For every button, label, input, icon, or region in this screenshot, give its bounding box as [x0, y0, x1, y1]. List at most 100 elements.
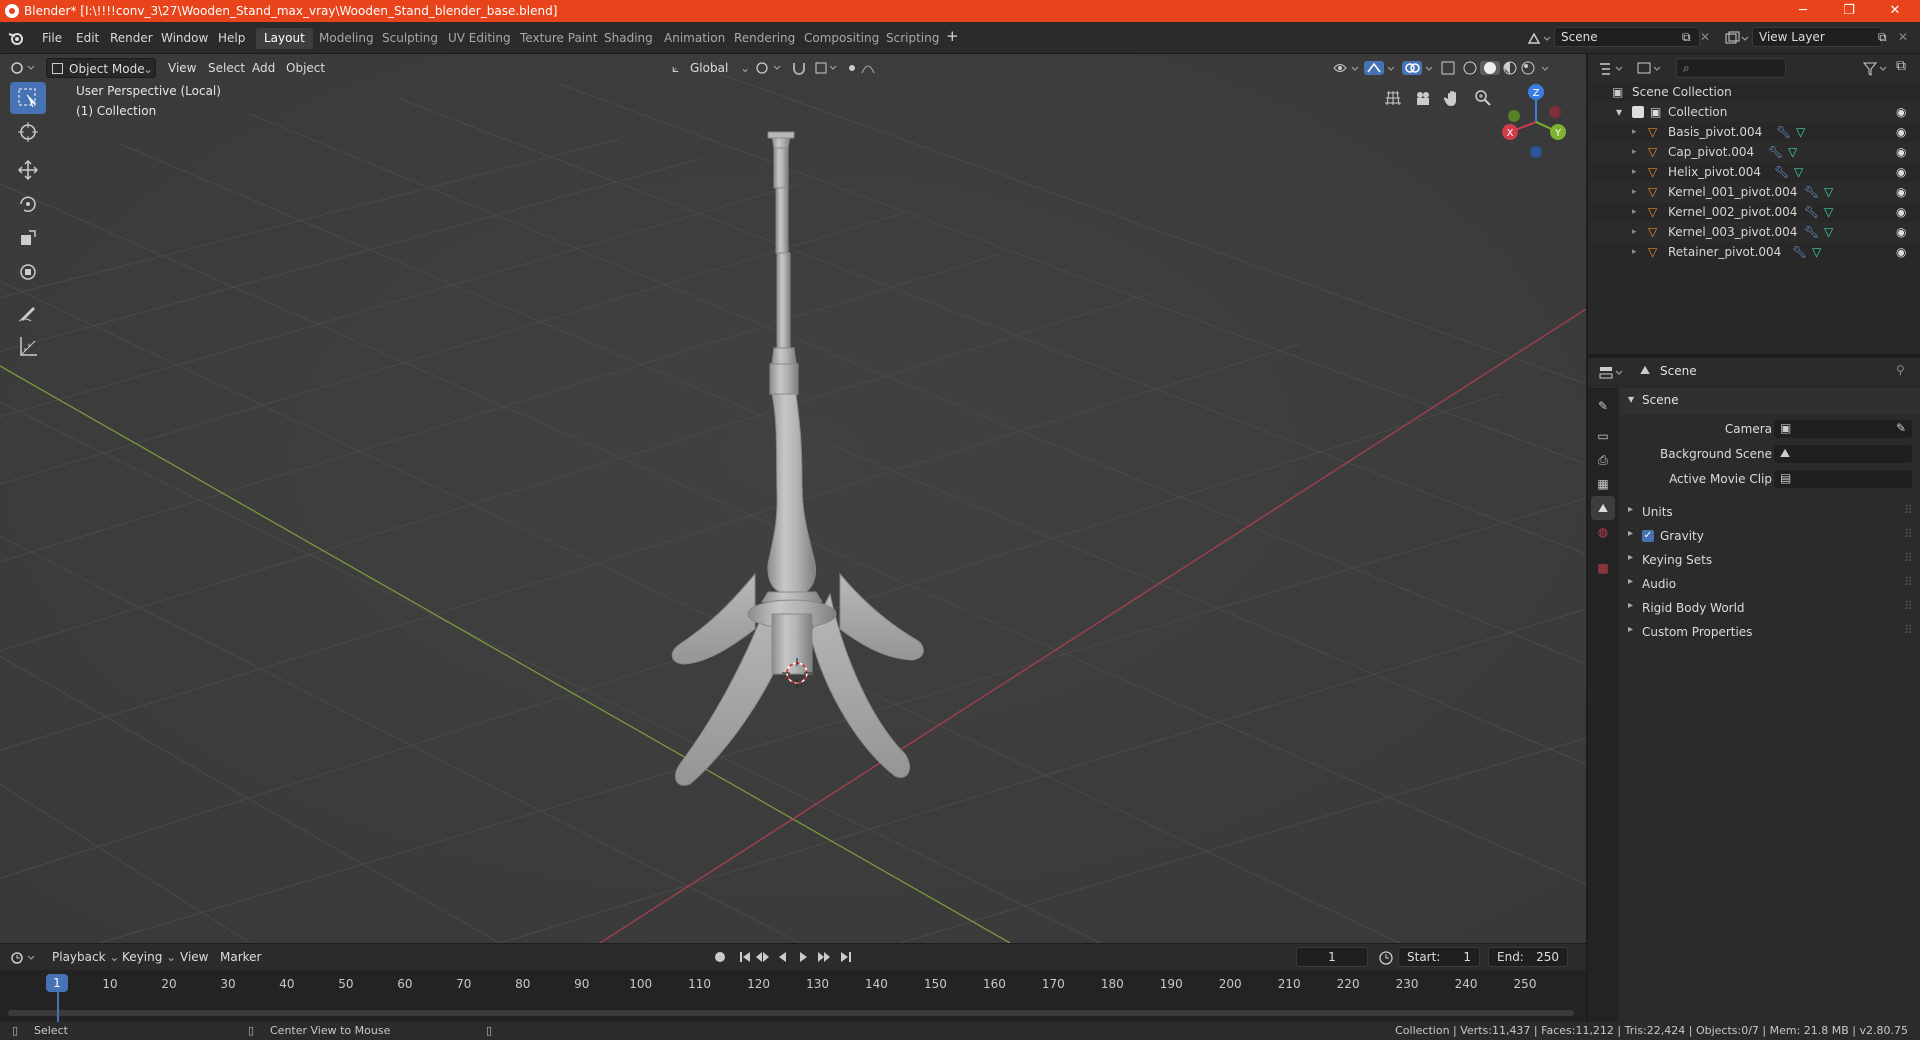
timeline-ruler[interactable]: 1 10 20 30 40 50 60 70 80 90 100 110 120 130 140 150 160…	[0, 944, 1586, 1022]
mesh-data-icon[interactable]: ▽	[1824, 202, 1833, 222]
outliner-object-row[interactable]: ▸ ▽ Retainer_pivot.004 🔧︎ ▽ ◉	[1588, 242, 1920, 262]
visibility-eye-icon[interactable]: ◉	[1896, 142, 1906, 162]
visibility-eye-icon[interactable]: ◉	[1896, 242, 1906, 262]
minimize-button[interactable]: ─	[1780, 0, 1826, 22]
snapping-tools[interactable]	[754, 60, 884, 76]
modifier-wrench-icon[interactable]: 🔧︎	[1804, 202, 1819, 222]
scene-selector-icon[interactable]	[1526, 31, 1554, 47]
properties-section-header[interactable]: ▸ Units ⠿	[1620, 500, 1920, 522]
3d-cursor-icon[interactable]	[782, 658, 812, 688]
tab-layout[interactable]: Layout	[256, 28, 313, 49]
blender-menu-icon[interactable]	[8, 31, 24, 45]
object-mode-dropdown[interactable]: Object Mode ⌄	[46, 58, 156, 78]
gizmo-neg-x[interactable]	[1549, 106, 1561, 118]
visibility-eye-icon[interactable]: ◉	[1896, 222, 1906, 242]
move-tool[interactable]	[10, 154, 46, 186]
modifier-wrench-icon[interactable]: 🔧︎	[1792, 242, 1807, 262]
modifier-wrench-icon[interactable]: 🔧︎	[1768, 142, 1783, 162]
current-frame-marker[interactable]: 1	[46, 974, 68, 992]
mesh-data-icon[interactable]: ▽	[1796, 122, 1805, 142]
new-collection-icon[interactable]: ⧉	[1896, 58, 1906, 74]
rotate-tool[interactable]	[10, 188, 46, 220]
camera-field[interactable]: ▣ ✎	[1774, 420, 1912, 438]
drag-handle-icon[interactable]: ⠿	[1904, 551, 1913, 565]
expand-arrow-icon[interactable]: ▾	[1616, 102, 1622, 122]
drag-handle-icon[interactable]: ⠿	[1904, 503, 1913, 517]
menu-window[interactable]: Window	[155, 29, 214, 47]
view-layer-selector-icon[interactable]	[1724, 31, 1752, 47]
tab-animation[interactable]: Animation	[656, 28, 733, 49]
outliner-object-row[interactable]: ▸ ▽ Helix_pivot.004 🔧︎ ▽ ◉	[1588, 162, 1920, 182]
viewport-shading-controls[interactable]	[1330, 59, 1580, 77]
visibility-eye-icon[interactable]: ◉	[1896, 162, 1906, 182]
pan-view-button[interactable]	[1439, 84, 1467, 112]
measure-tool[interactable]	[10, 330, 46, 362]
tab-compositing[interactable]: Compositing	[796, 28, 887, 49]
modifier-wrench-icon[interactable]: 🔧︎	[1804, 182, 1819, 202]
tab-modeling[interactable]: Modeling	[311, 28, 382, 49]
remove-scene-icon[interactable]: ✕	[1694, 28, 1716, 46]
properties-section-header[interactable]: ▸ Rigid Body World ⠿	[1620, 596, 1920, 618]
display-mode-icon[interactable]	[1636, 61, 1664, 77]
navigation-gizmo[interactable]: Z X Y	[1496, 82, 1576, 162]
outliner-search-input[interactable]: ⌕	[1676, 58, 1786, 78]
expand-arrow-icon[interactable]: ▸	[1632, 242, 1637, 262]
properties-section-header[interactable]: ▸ Keying Sets ⠿	[1620, 548, 1920, 570]
tab-shading[interactable]: Shading	[596, 28, 661, 49]
tab-rendering[interactable]: Rendering	[726, 28, 803, 49]
outliner-object-row[interactable]: ▸ ▽ Kernel_002_pivot.004 🔧︎ ▽ ◉	[1588, 202, 1920, 222]
drag-handle-icon[interactable]: ⠿	[1904, 527, 1913, 541]
gizmo-neg-y[interactable]	[1508, 110, 1520, 122]
drag-handle-icon[interactable]: ⠿	[1904, 575, 1913, 589]
pin-icon[interactable]: ⚲	[1896, 363, 1905, 377]
mesh-data-icon[interactable]: ▽	[1794, 162, 1803, 182]
select-box-tool[interactable]	[10, 82, 46, 114]
menu-file[interactable]: File	[36, 29, 68, 47]
collection-row[interactable]: ▾ ▣ Collection ◉	[1588, 102, 1920, 122]
properties-section-header[interactable]: ▸ Custom Properties ⠿	[1620, 620, 1920, 642]
tab-scripting[interactable]: Scripting	[878, 28, 947, 49]
menu-select[interactable]: Select	[202, 58, 251, 78]
expand-arrow-icon[interactable]: ▸	[1632, 182, 1637, 202]
modifier-wrench-icon[interactable]: 🔧︎	[1804, 222, 1819, 242]
visibility-eye-icon[interactable]: ◉	[1896, 102, 1906, 122]
menu-add[interactable]: Add	[246, 58, 281, 78]
expand-arrow-icon[interactable]: ▸	[1632, 122, 1637, 142]
drag-handle-icon[interactable]: ⠿	[1904, 623, 1913, 637]
expand-arrow-icon[interactable]: ▸	[1632, 222, 1637, 242]
menu-edit[interactable]: Edit	[70, 29, 105, 47]
outliner-editor-type-icon[interactable]	[1598, 61, 1626, 77]
visibility-eye-icon[interactable]: ◉	[1896, 122, 1906, 142]
tab-tool[interactable]: ✎	[1591, 394, 1615, 418]
visibility-eye-icon[interactable]: ◉	[1896, 182, 1906, 202]
properties-editor-type-icon[interactable]	[1598, 365, 1626, 381]
properties-section-header[interactable]: ▸ ✓ Gravity ⠿	[1620, 524, 1920, 546]
tab-texture-paint[interactable]: Texture Paint	[512, 28, 605, 49]
menu-object[interactable]: Object	[280, 58, 331, 78]
modifier-wrench-icon[interactable]: 🔧︎	[1776, 122, 1791, 142]
tab-output[interactable]: ⎙	[1591, 448, 1615, 472]
zoom-view-button[interactable]	[1469, 84, 1497, 112]
scale-tool[interactable]	[10, 222, 46, 254]
transform-tool[interactable]	[10, 256, 46, 288]
mesh-data-icon[interactable]: ▽	[1812, 242, 1821, 262]
tab-scene[interactable]: ⛰	[1591, 496, 1615, 520]
filter-icon[interactable]	[1862, 61, 1890, 77]
tab-texture[interactable]: ▩	[1591, 556, 1615, 580]
timeline-scrollbar[interactable]	[8, 1010, 1574, 1016]
outliner-object-row[interactable]: ▸ ▽ Kernel_003_pivot.004 🔧︎ ▽ ◉	[1588, 222, 1920, 242]
new-view-layer-icon[interactable]: ⧉	[1872, 28, 1893, 46]
properties-section-header[interactable]: ▸ Audio ⠿	[1620, 572, 1920, 594]
menu-view[interactable]: View	[162, 58, 202, 78]
background-scene-field[interactable]: ⛰	[1774, 445, 1912, 463]
tab-sculpting[interactable]: Sculpting	[374, 28, 446, 49]
editor-type-icon[interactable]	[10, 60, 38, 76]
tab-world[interactable]: ◍	[1591, 520, 1615, 544]
expand-arrow-icon[interactable]: ▸	[1632, 142, 1637, 162]
tab-uv-editing[interactable]: UV Editing	[440, 28, 519, 49]
drag-handle-icon[interactable]: ⠿	[1904, 599, 1913, 613]
toggle-grid-button[interactable]	[1379, 84, 1407, 112]
camera-view-button[interactable]	[1409, 84, 1437, 112]
eyedropper-icon[interactable]: ✎	[1896, 421, 1906, 435]
outliner-object-row[interactable]: ▸ ▽ Basis_pivot.004 🔧︎ ▽ ◉	[1588, 122, 1920, 142]
